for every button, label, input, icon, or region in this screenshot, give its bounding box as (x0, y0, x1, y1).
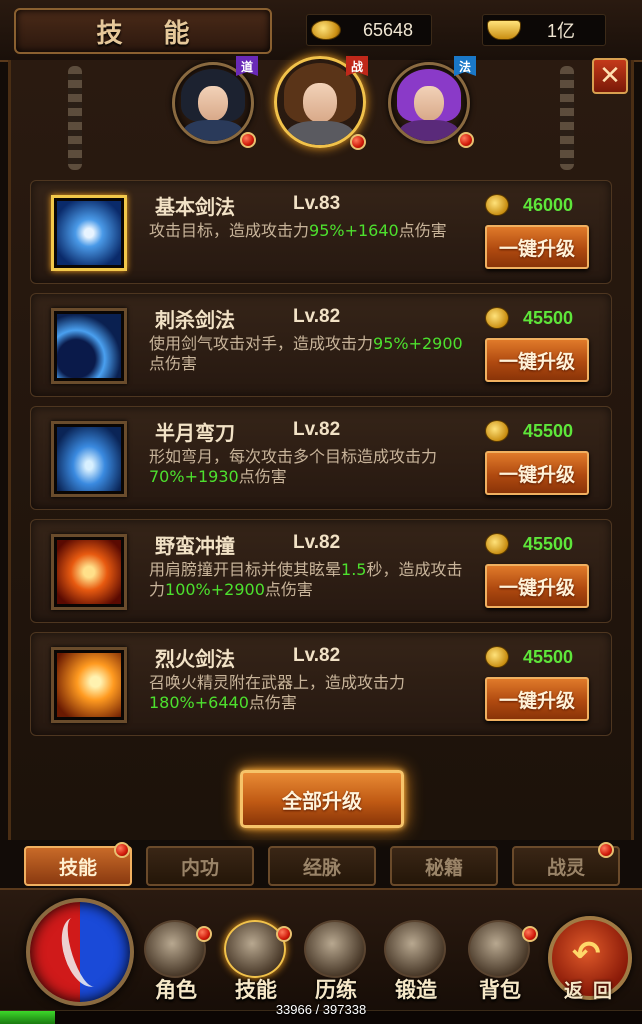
nav-label: 角色 (155, 978, 197, 1002)
skill-description: 攻击目标，造成攻击力95%+1640点伤害 (149, 221, 447, 240)
close-button[interactable]: ✕ (592, 58, 628, 94)
skill-description: 召唤火精灵附在武器上，造成攻击力180%+6440点伤害 (149, 673, 406, 712)
notify-dot-subtab-skills (114, 842, 130, 858)
skill-name: 烈火剑法 (155, 647, 235, 671)
cost-amount: 45500 (523, 420, 574, 441)
skill-level: Lv.83 (293, 193, 341, 214)
taoist-portrait-icon (175, 65, 251, 141)
cost-amount: 45500 (523, 533, 574, 554)
skill-row[interactable]: 半月弯刀 Lv.82 形如弯月，每次攻击多个目标造成攻击力70%+1930点伤害… (30, 406, 612, 510)
upgrade-all-button[interactable]: 全部升级 (240, 770, 404, 828)
skill-name: 刺杀剑法 (155, 308, 235, 332)
anvil-forge-icon (384, 920, 446, 978)
cost-amount: 45500 (523, 307, 574, 328)
skill-name: 野蛮冲撞 (155, 534, 235, 558)
crescent-thrust-icon[interactable] (51, 308, 127, 384)
skill-level: Lv.82 (293, 306, 341, 327)
upgrade-cost: 45500 (485, 645, 595, 669)
page-title: 技 能 (96, 18, 206, 49)
notify-dot-nav-character (196, 926, 212, 942)
upgrade-button[interactable]: 一键升级 (485, 338, 589, 382)
character-avatar-taoist[interactable] (172, 62, 254, 144)
skill-row[interactable]: 基本剑法 Lv.83 攻击目标，造成攻击力95%+1640点伤害 46000 一… (30, 180, 612, 284)
skill-description: 形如弯月，每次攻击多个目标造成攻击力70%+1930点伤害 (149, 447, 438, 486)
upgrade-button[interactable]: 一键升级 (485, 564, 589, 608)
gold-display: 65648 (306, 14, 432, 46)
notify-dot-subtab-spirit (598, 842, 614, 858)
gold-coin-icon (485, 420, 509, 442)
upgrade-cost: 45500 (485, 532, 595, 556)
skill-level: Lv.82 (293, 532, 341, 553)
skill-level: Lv.82 (293, 419, 341, 440)
upgrade-button[interactable]: 一键升级 (485, 451, 589, 495)
nav-label: 背包 (479, 978, 521, 1002)
gold-coin-icon (311, 20, 341, 40)
skill-row[interactable]: 野蛮冲撞 Lv.82 用肩膀撞开目标并使其眩晕1.5秒，造成攻击力100%+29… (30, 519, 612, 623)
skill-row[interactable]: 烈火剑法 Lv.82 召唤火精灵附在武器上，造成攻击力180%+6440点伤害 … (30, 632, 612, 736)
notify-dot-mage (458, 132, 474, 148)
back-label: 返回 (564, 980, 623, 1002)
decor-chain-left (68, 66, 82, 170)
notify-dot-nav-backpack (522, 926, 538, 942)
notify-dot-warrior (350, 134, 366, 150)
gold-ingot-icon (487, 20, 521, 40)
decor-chain-right (560, 66, 574, 170)
nav-label: 技能 (235, 978, 277, 1002)
subtab-secret-books[interactable]: 秘籍 (390, 846, 498, 886)
nav-label: 历练 (315, 978, 357, 1002)
sword-slash-icon[interactable] (51, 195, 127, 271)
notify-dot-taoist (240, 132, 256, 148)
subtab-inner-power[interactable]: 内功 (146, 846, 254, 886)
ingot-display: 1亿 (482, 14, 606, 46)
close-icon: ✕ (599, 61, 621, 91)
skill-level: Lv.82 (293, 645, 341, 666)
upgrade-cost: 45500 (485, 419, 595, 443)
skill-description: 使用剑气攻击对手，造成攻击力95%+2900点伤害 (149, 334, 463, 373)
gold-coin-icon (485, 533, 509, 555)
upgrade-cost: 46000 (485, 193, 595, 217)
half-moon-blade-icon[interactable] (51, 421, 127, 497)
yin-yang-orb-icon[interactable] (26, 898, 134, 1006)
upgrade-cost: 45500 (485, 306, 595, 330)
skill-subtabs: 技能 内功 经脉 秘籍 战灵 (0, 842, 642, 888)
gold-coin-icon (485, 307, 509, 329)
gold-amount: 65648 (363, 19, 414, 40)
exp-text: 33966 / 397338 (275, 1002, 367, 1017)
header-bar: 技 能 65648 1亿 (0, 0, 642, 62)
subtab-meridians[interactable]: 经脉 (268, 846, 376, 886)
cost-amount: 45500 (523, 646, 574, 667)
mage-portrait-icon (391, 65, 467, 141)
nav-label: 锻造 (395, 978, 437, 1002)
upgrade-button[interactable]: 一键升级 (485, 677, 589, 721)
charge-runner-icon[interactable] (51, 534, 127, 610)
gold-coin-icon (485, 646, 509, 668)
skill-name: 半月弯刀 (155, 421, 235, 445)
skill-name: 基本剑法 (155, 195, 235, 219)
upgrade-button[interactable]: 一键升级 (485, 225, 589, 269)
title-plate: 技 能 (14, 8, 272, 54)
return-arrow-icon: ↶ (572, 934, 601, 974)
skill-row[interactable]: 刺杀剑法 Lv.82 使用剑气攻击对手，造成攻击力95%+2900点伤害 455… (30, 293, 612, 397)
ingot-amount: 1亿 (547, 21, 576, 41)
notify-dot-nav-skills (276, 926, 292, 942)
skill-description: 用肩膀撞开目标并使其眩晕1.5秒，造成攻击力100%+2900点伤害 (149, 560, 463, 599)
backpack-icon (468, 920, 530, 978)
helmet-training-icon (304, 920, 366, 978)
gold-coin-icon (485, 194, 509, 216)
cost-amount: 46000 (523, 194, 574, 215)
fire-sword-icon[interactable] (51, 647, 127, 723)
